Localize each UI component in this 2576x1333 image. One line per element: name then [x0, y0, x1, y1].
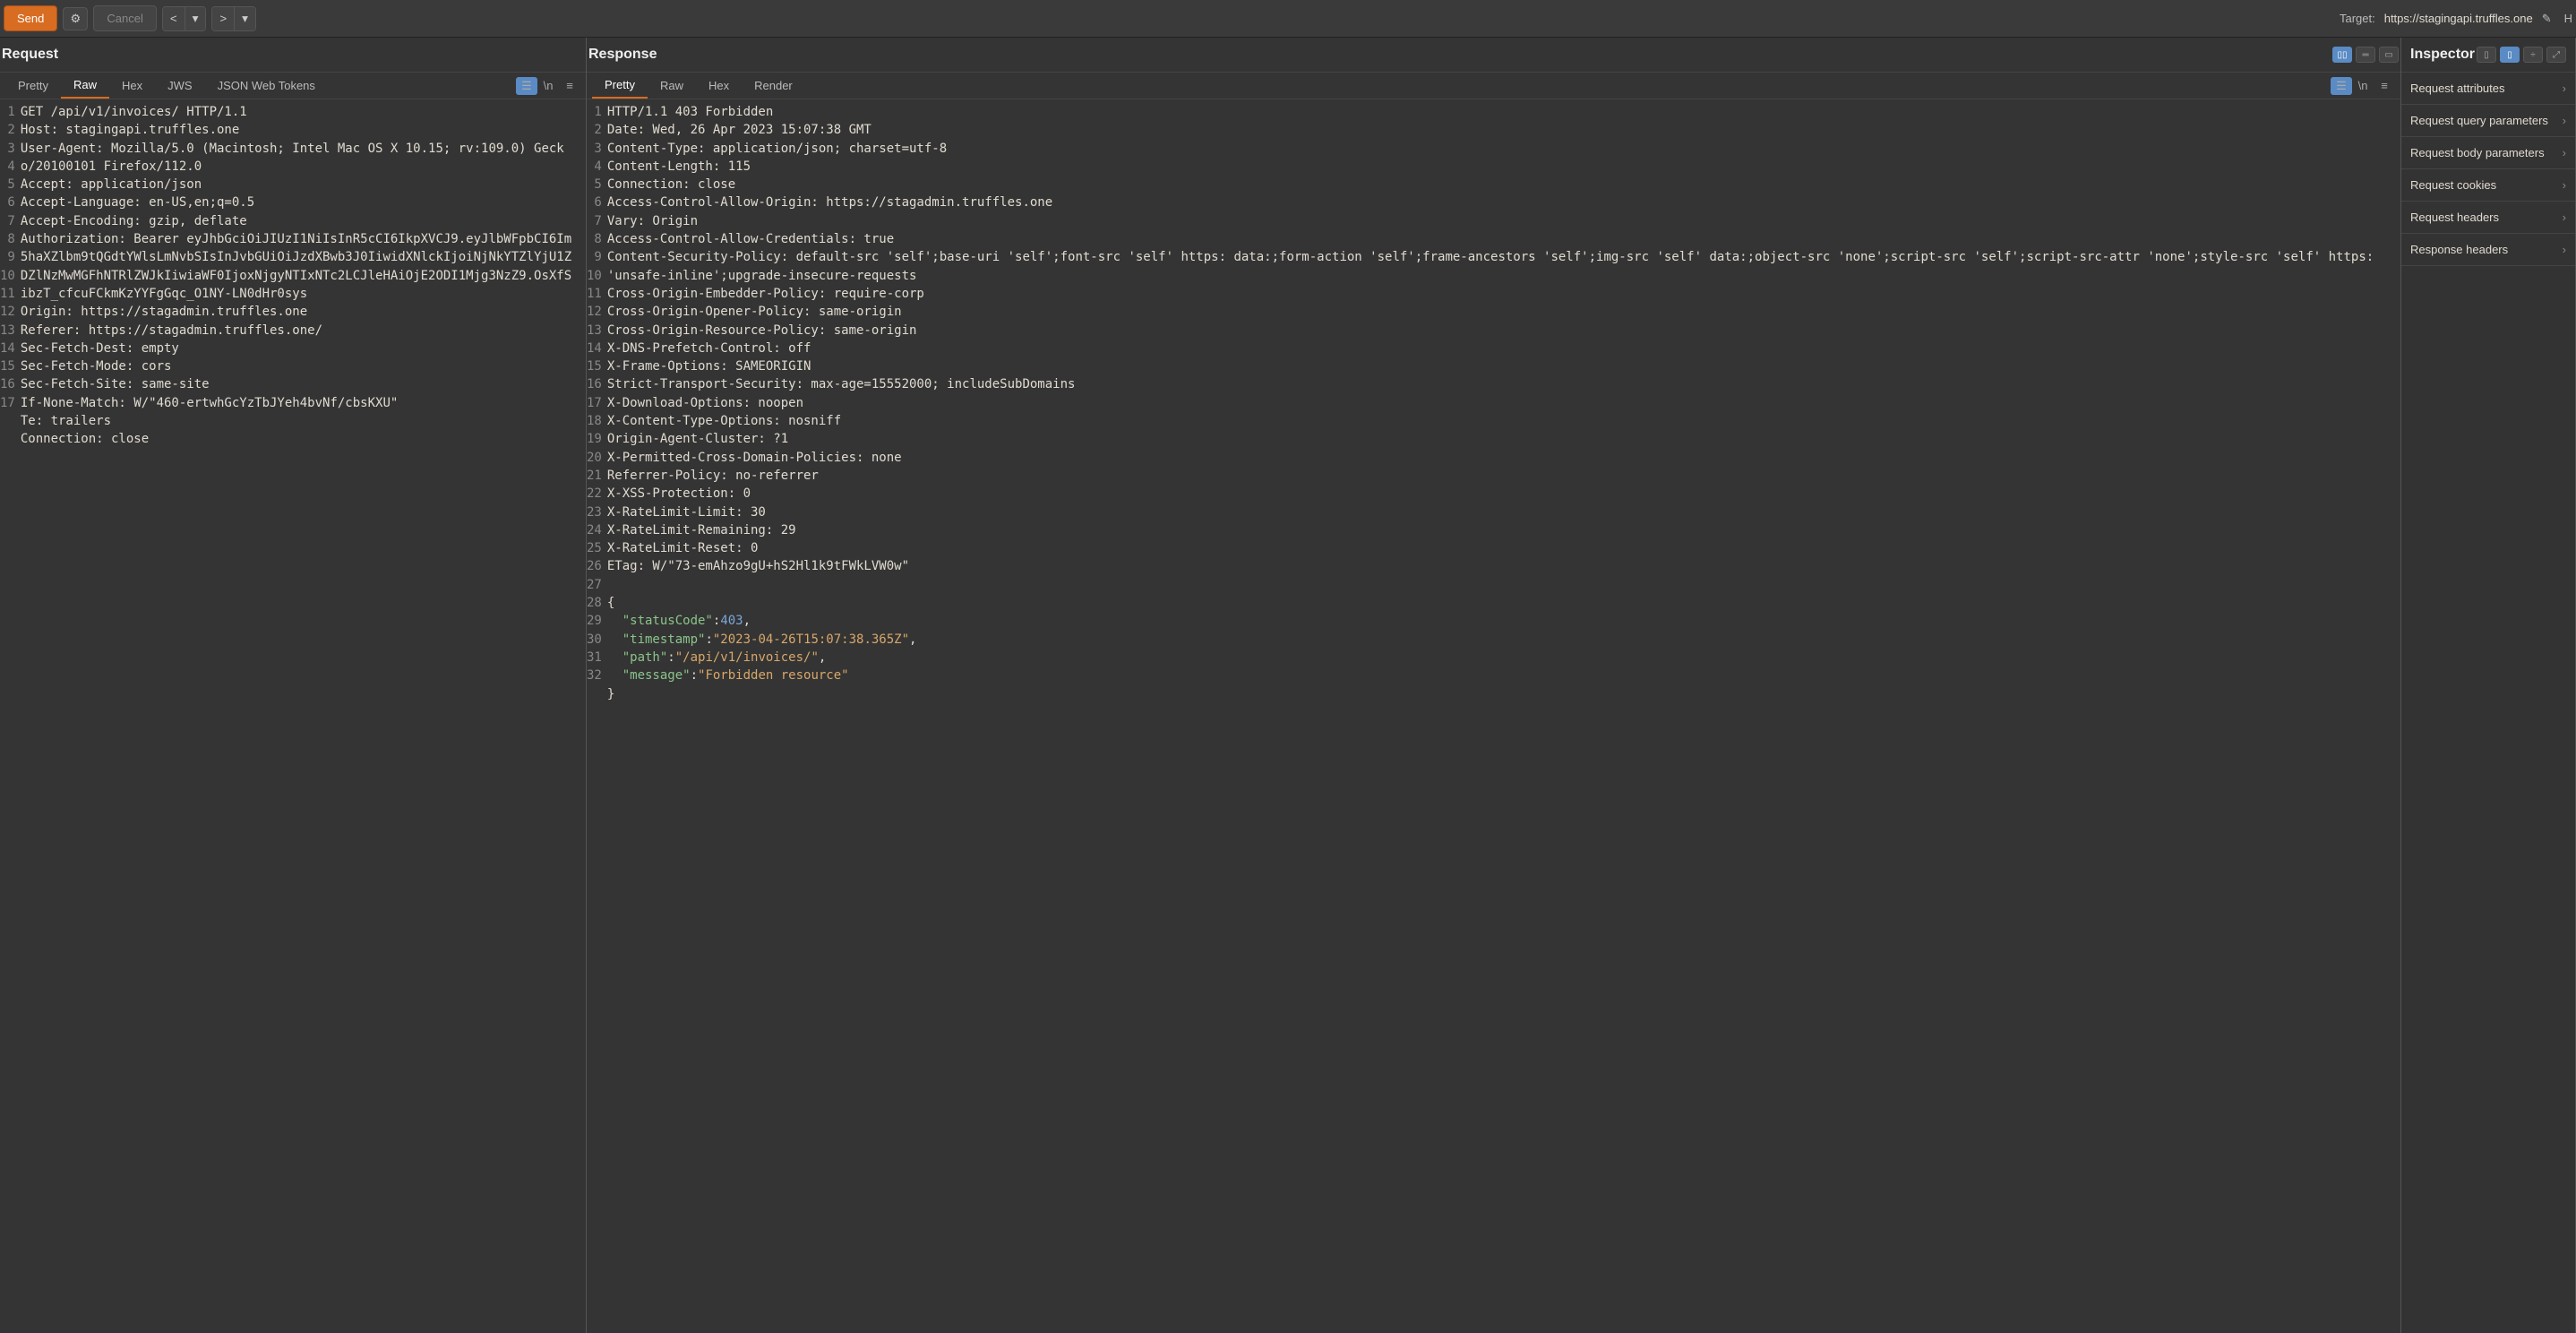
chevron-left-icon: < — [170, 12, 177, 25]
response-actions-button[interactable]: ☰ — [2331, 77, 2352, 95]
chevron-right-icon: › — [2563, 82, 2566, 95]
request-code[interactable]: GET /api/v1/invoices/ HTTP/1.1 Host: sta… — [21, 103, 586, 1333]
history-back-group: < ▾ — [162, 6, 207, 31]
inspector-section-label: Response headers — [2410, 243, 2508, 256]
history-forward-group: > ▾ — [211, 6, 256, 31]
layout-horizontal-button[interactable]: ═ — [2356, 47, 2375, 63]
response-gutter: 1 2 3 4 5 6 7 8 9 10 11 12 13 14 15 16 1… — [587, 103, 607, 1333]
chevron-right-icon: › — [2563, 178, 2566, 192]
inspector-panel: Inspector ▯ ▯ ÷ ⤢ Request attributes›Req… — [2401, 38, 2576, 1333]
tab-response-render[interactable]: Render — [742, 73, 805, 98]
gear-icon: ⚙ — [71, 12, 82, 26]
layout-combined-button[interactable]: ▭ — [2379, 47, 2399, 63]
target-label: Target: — [2340, 12, 2375, 25]
inspector-expand[interactable]: ⤢ — [2546, 47, 2566, 63]
settings-button[interactable]: ⚙ — [63, 7, 88, 30]
tab-request-jws[interactable]: JWS — [155, 73, 204, 98]
request-title: Request — [2, 47, 58, 63]
square-icon: ▭ — [2384, 50, 2392, 60]
inspector-section-label: Request body parameters — [2410, 146, 2545, 159]
inspector-section-label: Request attributes — [2410, 82, 2505, 95]
inspector-section-0[interactable]: Request attributes › — [2401, 73, 2575, 105]
tab-request-hex[interactable]: Hex — [109, 73, 155, 98]
inspector-collapse[interactable]: ÷ — [2523, 47, 2543, 63]
pencil-icon: ✎ — [2542, 12, 2552, 25]
request-gutter: 1 2 3 4 5 6 7 8 9 10 11 12 13 14 15 16 1… — [0, 103, 21, 1333]
response-menu[interactable]: ≡ — [2374, 79, 2395, 92]
rows-icon: ═ — [2362, 50, 2368, 60]
target-url: https://stagingapi.truffles.one — [2384, 12, 2533, 25]
inspector-section-label: Request query parameters — [2410, 114, 2548, 127]
request-tabstrip: Pretty Raw Hex JWS JSON Web Tokens ☰ \n … — [0, 73, 586, 99]
top-toolbar: Send ⚙ Cancel < ▾ > ▾ Target: https://st… — [0, 0, 2576, 38]
tab-request-raw[interactable]: Raw — [61, 73, 109, 99]
inspector-section-label: Request headers — [2410, 211, 2499, 224]
forward-button[interactable]: > — [212, 7, 235, 30]
inspector-section-label: Request cookies — [2410, 178, 2496, 192]
request-menu[interactable]: ≡ — [559, 79, 580, 92]
chevron-right-icon: › — [2563, 243, 2566, 256]
chevron-right-icon: > — [219, 12, 227, 25]
layout-vertical-button[interactable]: ▯▯ — [2332, 47, 2352, 63]
send-button[interactable]: Send — [4, 5, 57, 31]
caret-down-icon: ▾ — [193, 12, 199, 25]
cancel-button[interactable]: Cancel — [93, 5, 156, 31]
request-editor[interactable]: 1 2 3 4 5 6 7 8 9 10 11 12 13 14 15 16 1… — [0, 99, 586, 1333]
caret-down-icon: ▾ — [242, 12, 248, 25]
inspector-section-4[interactable]: Request headers › — [2401, 202, 2575, 234]
response-panel: Response ▯▯ ═ ▭ Pretty Raw Hex Render ☰ … — [587, 38, 2401, 1333]
columns-icon: ▯▯ — [2337, 50, 2347, 60]
tab-response-pretty[interactable]: Pretty — [592, 73, 648, 99]
newline-toggle[interactable]: \n — [537, 79, 559, 92]
chevron-right-icon: › — [2563, 146, 2566, 159]
tab-response-hex[interactable]: Hex — [696, 73, 742, 98]
response-title: Response — [588, 47, 657, 63]
hamburger-icon: ≡ — [566, 79, 573, 92]
response-tabstrip: Pretty Raw Hex Render ☰ \n ≡ — [587, 73, 2400, 99]
actions-icon: ☰ — [2336, 79, 2347, 92]
inspector-section-5[interactable]: Response headers › — [2401, 234, 2575, 266]
back-dropdown[interactable]: ▾ — [185, 7, 206, 30]
response-code[interactable]: HTTP/1.1 403 Forbidden Date: Wed, 26 Apr… — [607, 103, 2400, 1333]
response-editor[interactable]: 1 2 3 4 5 6 7 8 9 10 11 12 13 14 15 16 1… — [587, 99, 2400, 1333]
response-newline-toggle[interactable]: \n — [2352, 79, 2374, 92]
tab-response-raw[interactable]: Raw — [648, 73, 696, 98]
back-button[interactable]: < — [163, 7, 185, 30]
help-button[interactable]: H — [2564, 12, 2572, 25]
inspector-title: Inspector — [2410, 47, 2475, 63]
actions-icon: ☰ — [521, 79, 532, 92]
inspector-section-3[interactable]: Request cookies › — [2401, 169, 2575, 202]
chevron-right-icon: › — [2563, 211, 2566, 224]
actions-button[interactable]: ☰ — [516, 77, 537, 95]
tab-request-pretty[interactable]: Pretty — [5, 73, 61, 98]
hamburger-icon: ≡ — [2381, 79, 2388, 92]
edit-target-button[interactable]: ✎ — [2542, 12, 2552, 26]
inspector-layout1[interactable]: ▯ — [2477, 47, 2496, 63]
chevron-right-icon: › — [2563, 114, 2566, 127]
inspector-section-2[interactable]: Request body parameters › — [2401, 137, 2575, 169]
inspector-section-1[interactable]: Request query parameters › — [2401, 105, 2575, 137]
request-panel: Request Pretty Raw Hex JWS JSON Web Toke… — [0, 38, 587, 1333]
forward-dropdown[interactable]: ▾ — [235, 7, 255, 30]
inspector-layout2[interactable]: ▯ — [2500, 47, 2520, 63]
tab-request-jwt[interactable]: JSON Web Tokens — [205, 73, 328, 98]
